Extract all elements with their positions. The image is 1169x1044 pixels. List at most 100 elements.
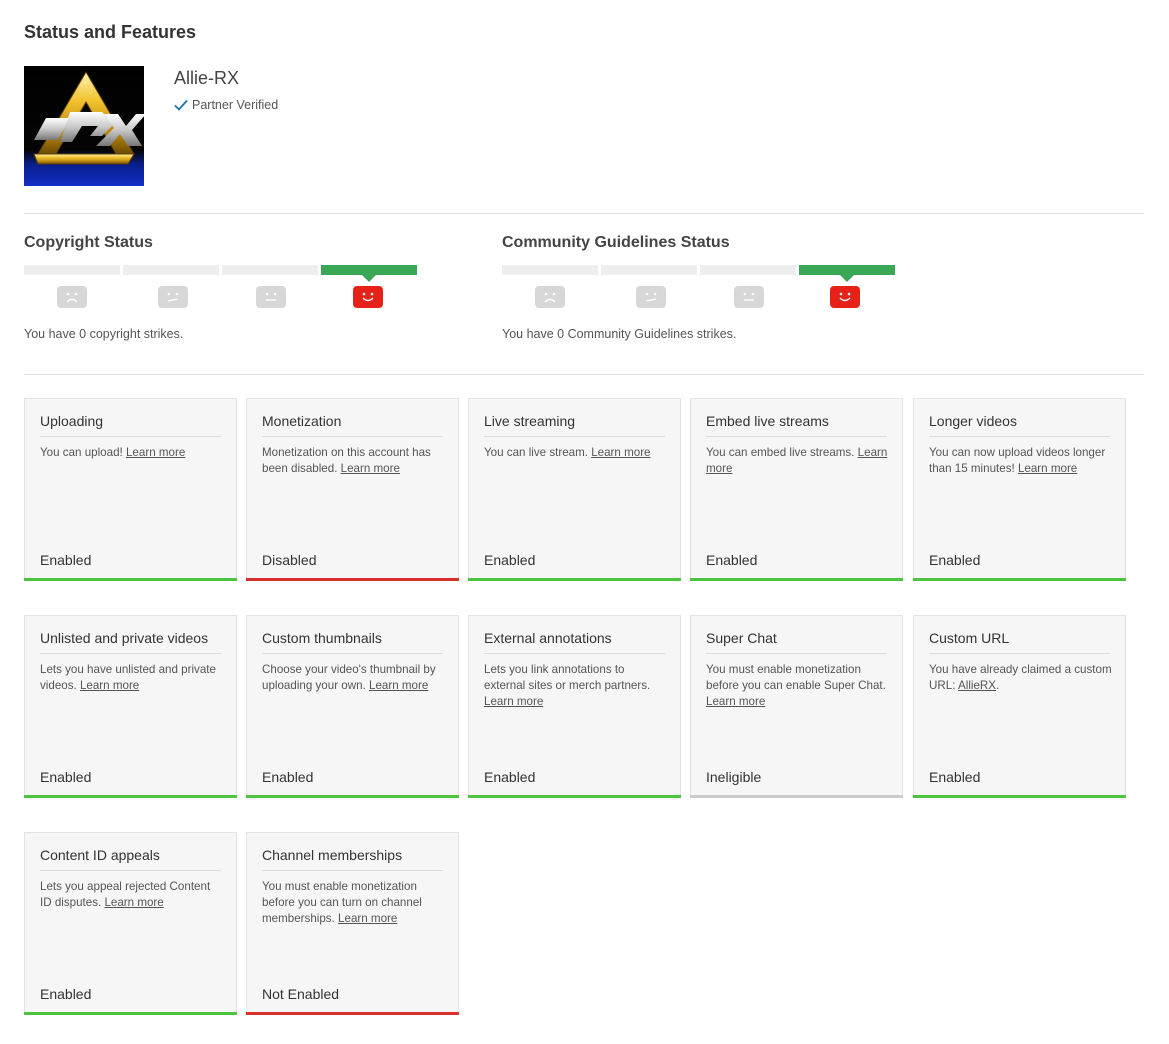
- card-divider: [40, 870, 221, 871]
- copyright-status-title: Copyright Status: [24, 234, 153, 251]
- card-title: Content ID appeals: [40, 847, 160, 863]
- card-status-bar: [913, 795, 1126, 798]
- strike-segment: [24, 265, 120, 275]
- card-status: Disabled: [262, 552, 317, 568]
- card-description: You can now upload videos longer than 15…: [929, 445, 1113, 477]
- card-status-bar: [24, 578, 237, 581]
- card-status: Enabled: [262, 769, 314, 785]
- card-status: Enabled: [40, 986, 92, 1002]
- card-status-bar: [24, 795, 237, 798]
- happy-face-icon: [830, 286, 860, 308]
- card-status: Enabled: [706, 552, 758, 568]
- channel-avatar[interactable]: [24, 66, 144, 186]
- card-divider: [929, 653, 1110, 654]
- card-description: You can embed live streams. Learn more: [706, 445, 890, 477]
- card-divider: [40, 436, 221, 437]
- community-strike-meter: [502, 265, 895, 282]
- channel-name: Allie-RX: [174, 68, 240, 88]
- card-status-bar: [690, 578, 903, 581]
- card-status-bar: [913, 578, 1126, 581]
- card-divider: [262, 653, 443, 654]
- card-description-suffix: .: [996, 679, 1000, 692]
- copyright-status: Copyright Status You have 0 copyright st…: [24, 234, 444, 341]
- feature-card-uploading: Uploading You can upload! Learn more Ena…: [24, 398, 237, 581]
- sad-face-icon: [535, 286, 565, 308]
- card-divider: [484, 653, 665, 654]
- card-title: Super Chat: [706, 630, 777, 646]
- card-title: Live streaming: [484, 413, 576, 429]
- card-divider: [40, 653, 221, 654]
- card-description-text: Lets you link annotations to external si…: [484, 663, 651, 692]
- learn-more-link[interactable]: Learn more: [484, 695, 543, 708]
- card-status: Enabled: [484, 769, 536, 785]
- card-description: You must enable monetization before you …: [262, 879, 446, 927]
- learn-more-link[interactable]: Learn more: [341, 462, 400, 475]
- copyright-strike-meter: [24, 265, 417, 282]
- learn-more-link[interactable]: Learn more: [126, 446, 185, 459]
- learn-more-link[interactable]: Learn more: [338, 912, 397, 925]
- happy-face-icon: [353, 286, 383, 308]
- card-description: Lets you link annotations to external si…: [484, 662, 668, 710]
- copyright-strikes-text: You have 0 copyright strikes.: [24, 327, 184, 341]
- skeptical-face-icon: [158, 286, 188, 308]
- strike-segment: [700, 265, 796, 275]
- card-status: Ineligible: [706, 769, 762, 785]
- card-divider: [484, 436, 665, 437]
- card-title: Custom thumbnails: [262, 630, 382, 646]
- learn-more-link[interactable]: Learn more: [369, 679, 428, 692]
- feature-card-longer-videos: Longer videos You can now upload videos …: [913, 398, 1126, 581]
- divider: [24, 374, 1144, 375]
- feature-card-live-streaming: Live streaming You can live stream. Lear…: [468, 398, 681, 581]
- card-description: You can live stream. Learn more: [484, 445, 668, 461]
- card-status-bar: [690, 795, 903, 798]
- sad-face-icon: [57, 286, 87, 308]
- partner-verified-badge: Partner Verified: [174, 98, 278, 112]
- card-divider: [262, 436, 443, 437]
- community-strikes-text: You have 0 Community Guidelines strikes.: [502, 327, 737, 341]
- community-status-title: Community Guidelines Status: [502, 234, 730, 251]
- feature-card-unlisted-private: Unlisted and private videos Lets you hav…: [24, 615, 237, 798]
- feature-card-embed-live-streams: Embed live streams You can embed live st…: [690, 398, 903, 581]
- card-description-text: You can live stream.: [484, 446, 588, 459]
- card-description: Lets you appeal rejected Content ID disp…: [40, 879, 224, 911]
- card-divider: [262, 870, 443, 871]
- card-status-bar: [246, 1012, 459, 1015]
- card-status: Enabled: [40, 552, 92, 568]
- learn-more-link[interactable]: Learn more: [80, 679, 139, 692]
- card-status-bar: [24, 1012, 237, 1015]
- learn-more-link[interactable]: Learn more: [591, 446, 650, 459]
- card-description-text: You must enable monetization before you …: [706, 663, 886, 692]
- card-title: Channel memberships: [262, 847, 403, 863]
- feature-card-monetization: Monetization Monetization on this accoun…: [246, 398, 459, 581]
- skeptical-face-icon: [636, 286, 666, 308]
- strike-segment: [123, 265, 219, 275]
- card-status-bar: [468, 795, 681, 798]
- card-description-text: You have already claimed a custom URL:: [929, 663, 1112, 692]
- feature-card-custom-url: Custom URL You have already claimed a cu…: [913, 615, 1126, 798]
- feature-card-channel-memberships: Channel memberships You must enable mone…: [246, 832, 459, 1015]
- page-title: Status and Features: [24, 22, 197, 42]
- learn-more-link[interactable]: Learn more: [706, 695, 765, 708]
- card-divider: [929, 436, 1110, 437]
- neutral-face-icon: [734, 286, 764, 308]
- verified-label: Partner Verified: [192, 98, 279, 112]
- strike-segment: [601, 265, 697, 275]
- card-title: External annotations: [484, 630, 612, 646]
- card-status-bar: [246, 578, 459, 581]
- card-status: Enabled: [484, 552, 536, 568]
- strike-segment-active: [321, 265, 417, 282]
- card-description: You can upload! Learn more: [40, 445, 224, 461]
- card-status: Enabled: [929, 769, 981, 785]
- card-description: You have already claimed a custom URL: A…: [929, 662, 1113, 694]
- learn-more-link[interactable]: Learn more: [104, 896, 163, 909]
- custom-url-link[interactable]: AllieRX: [958, 679, 996, 692]
- feature-card-custom-thumbnails: Custom thumbnails Choose your video's th…: [246, 615, 459, 798]
- card-title: Custom URL: [929, 630, 1010, 646]
- card-description: Choose your video's thumbnail by uploadi…: [262, 662, 446, 694]
- card-description: You must enable monetization before you …: [706, 662, 890, 710]
- feature-card-super-chat: Super Chat You must enable monetization …: [690, 615, 903, 798]
- card-status-bar: [468, 578, 681, 581]
- card-description-text: You can embed live streams.: [706, 446, 855, 459]
- card-status: Not Enabled: [262, 986, 340, 1002]
- learn-more-link[interactable]: Learn more: [1018, 462, 1077, 475]
